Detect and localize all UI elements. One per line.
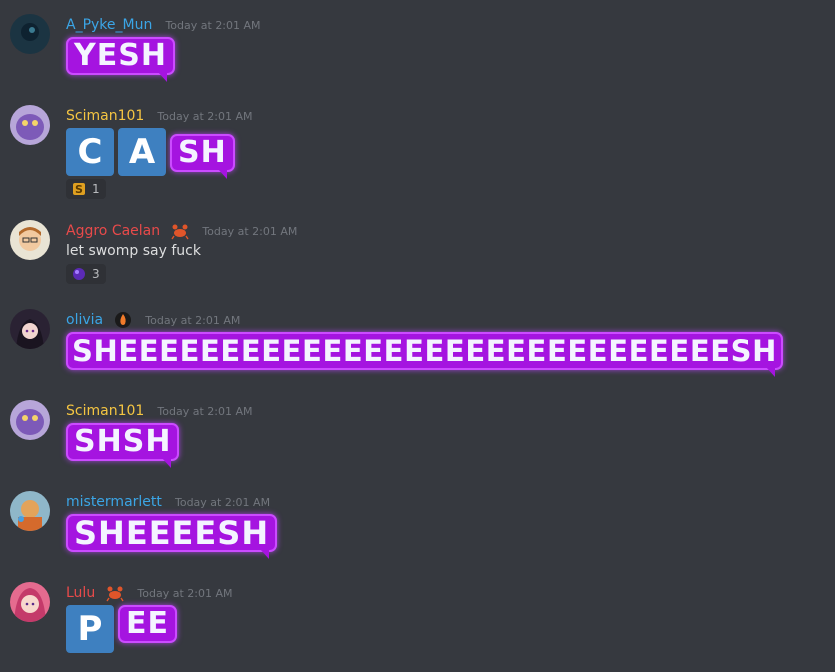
- timestamp: Today at 2:01 AM: [145, 314, 241, 327]
- timestamp: Today at 2:01 AM: [137, 587, 233, 600]
- bubble-emoji[interactable]: SHEEEESH: [66, 514, 278, 559]
- bubble-tail: [217, 169, 227, 179]
- bubble-tail: [260, 549, 270, 559]
- reaction[interactable]: 3: [66, 264, 106, 284]
- letter-emoji[interactable]: C: [66, 128, 114, 176]
- bubble-text: YESH: [74, 38, 167, 73]
- bubble-emoji[interactable]: SHEEEEEEEEEEEEEEEEEEEEEEEEEEEEEESH: [66, 332, 784, 377]
- avatar[interactable]: [10, 309, 50, 349]
- username[interactable]: olivia: [66, 312, 103, 328]
- username[interactable]: A_Pyke_Mun: [66, 17, 152, 33]
- avatar[interactable]: [10, 105, 50, 145]
- username[interactable]: Sciman101: [66, 403, 144, 419]
- timestamp: Today at 2:01 AM: [174, 496, 271, 509]
- purple-orb-icon: [73, 268, 85, 280]
- username[interactable]: Lulu: [66, 585, 95, 601]
- timestamp: Today at 2:01 AM: [165, 19, 261, 32]
- username[interactable]: mistermarlett: [66, 494, 162, 510]
- svg-text:S: S: [75, 183, 83, 196]
- reaction-count: 3: [92, 267, 100, 281]
- username[interactable]: Aggro Caelan: [66, 223, 160, 239]
- bubble-emoji[interactable]: SH: [170, 134, 235, 179]
- username[interactable]: Sciman101: [66, 108, 144, 124]
- avatar[interactable]: [10, 220, 50, 260]
- avatar[interactable]: [10, 400, 50, 440]
- reaction-count: 1: [92, 182, 100, 196]
- bubble-tail: [766, 367, 776, 377]
- avatar[interactable]: [10, 491, 50, 531]
- crab-icon: [171, 224, 189, 239]
- gold-s-icon: S: [73, 183, 85, 196]
- timestamp: Today at 2:01 AM: [157, 405, 253, 418]
- letter-emoji[interactable]: A: [118, 128, 166, 176]
- bubble-emoji[interactable]: SHSH: [66, 423, 180, 468]
- bubble-text: SHEEEEEEEEEEEEEEEEEEEEEEEEEEEEEESH: [72, 334, 778, 368]
- bubble-text: EE: [126, 606, 169, 641]
- avatar[interactable]: [10, 582, 50, 622]
- fire-badge-icon: [115, 311, 132, 328]
- bubble-text: SH: [178, 135, 227, 170]
- bubble-tail: [157, 72, 167, 82]
- crab-icon: [106, 586, 124, 601]
- letter-emoji[interactable]: P: [66, 605, 114, 653]
- bubble-text: SHEEEESH: [74, 514, 270, 552]
- reaction[interactable]: S 1: [66, 179, 106, 199]
- bubble-emoji[interactable]: EE: [118, 605, 177, 643]
- timestamp: Today at 2:01 AM: [157, 110, 253, 123]
- bubble-emoji[interactable]: YESH: [66, 37, 175, 82]
- message-feed: A_Pyke_Mun Today at 2:01 AM YESH Sciman1…: [0, 0, 835, 672]
- bubble-text: SHSH: [74, 424, 172, 459]
- timestamp: Today at 2:01 AM: [202, 225, 298, 238]
- bubble-tail: [162, 458, 172, 468]
- avatar[interactable]: [10, 14, 50, 54]
- message-text: let swomp say fuck: [66, 243, 201, 259]
